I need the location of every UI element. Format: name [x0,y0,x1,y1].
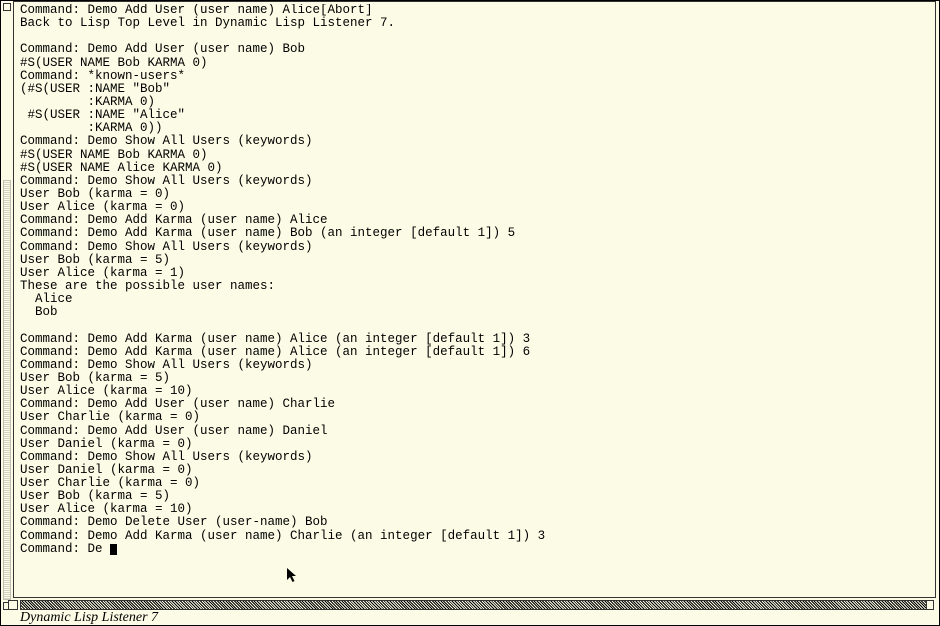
terminal-line: These are the possible user names: [20,280,930,293]
terminal-line: Bob [20,306,930,319]
terminal-line: Command: *known-users* [20,70,930,83]
terminal-line [20,319,930,332]
window-close-box[interactable] [3,3,11,11]
hscroll-right-cap[interactable] [926,600,934,610]
terminal-line: Command: Demo Show All Users (keywords) [20,175,930,188]
terminal-line: Command: Demo Add Karma (user name) Char… [20,530,930,543]
terminal-input-text: Command: De [20,542,110,556]
terminal-line: #S(USER NAME Bob KARMA 0) [20,57,930,70]
terminal-line: Command: Demo Show All Users (keywords) [20,359,930,372]
vertical-scrollbar[interactable] [3,180,11,600]
terminal-line: Command: Demo Delete User (user-name) Bo… [20,516,930,529]
terminal-input-line[interactable]: Command: De [20,543,930,556]
terminal-line: Command: Demo Add User (user name) Danie… [20,425,930,438]
terminal-line: Command: Demo Show All Users (keywords) [20,451,930,464]
terminal-line: Back to Lisp Top Level in Dynamic Lisp L… [20,17,930,30]
horizontal-scrollbar[interactable] [20,600,934,610]
terminal-line: Alice [20,293,930,306]
terminal-line: User Daniel (karma = 0) [20,438,930,451]
hscroll-left-cap[interactable] [8,600,18,610]
status-bar-title: Dynamic Lisp Listener 7 [20,611,158,624]
terminal-line: (#S(USER :NAME "Bob" [20,83,930,96]
terminal-output[interactable]: Command: Demo Add User (user name) Alice… [20,4,930,596]
terminal-line: Command: Demo Show All Users (keywords) [20,135,930,148]
terminal-line: User Charlie (karma = 0) [20,411,930,424]
terminal-line: Command: Demo Show All Users (keywords) [20,241,930,254]
terminal-line: Command: Demo Add Karma (user name) Alic… [20,333,930,346]
text-cursor [110,544,117,555]
terminal-line: Command: Demo Add User (user name) Bob [20,43,930,56]
terminal-line: User Alice (karma = 1) [20,267,930,280]
terminal-line: User Bob (karma = 5) [20,254,930,267]
terminal-line: Command: Demo Add Karma (user name) Bob … [20,227,930,240]
terminal-line: #S(USER NAME Bob KARMA 0) [20,149,930,162]
terminal-line: Command: Demo Add Karma (user name) Alic… [20,346,930,359]
terminal-line: #S(USER NAME Alice KARMA 0) [20,162,930,175]
